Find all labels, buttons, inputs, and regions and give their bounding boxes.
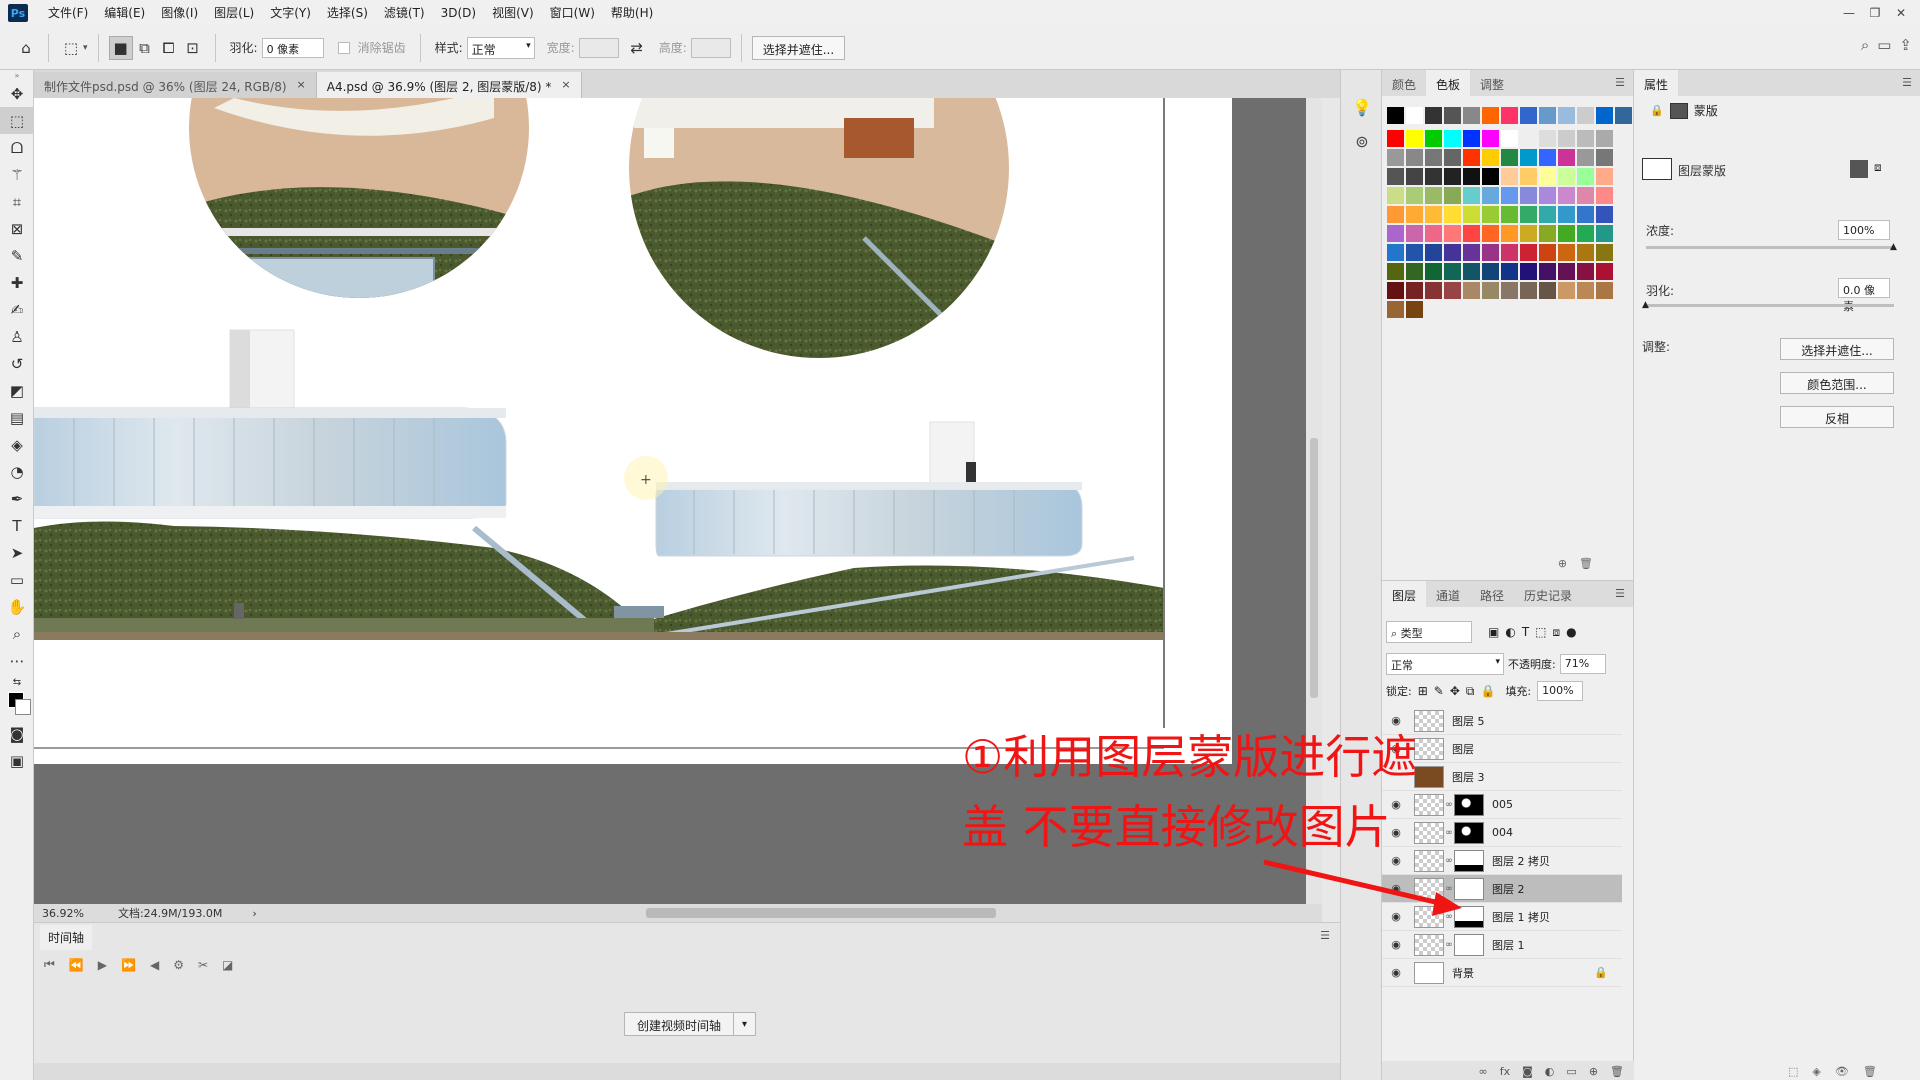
- annotation-arrow: [1263, 859, 1462, 916]
